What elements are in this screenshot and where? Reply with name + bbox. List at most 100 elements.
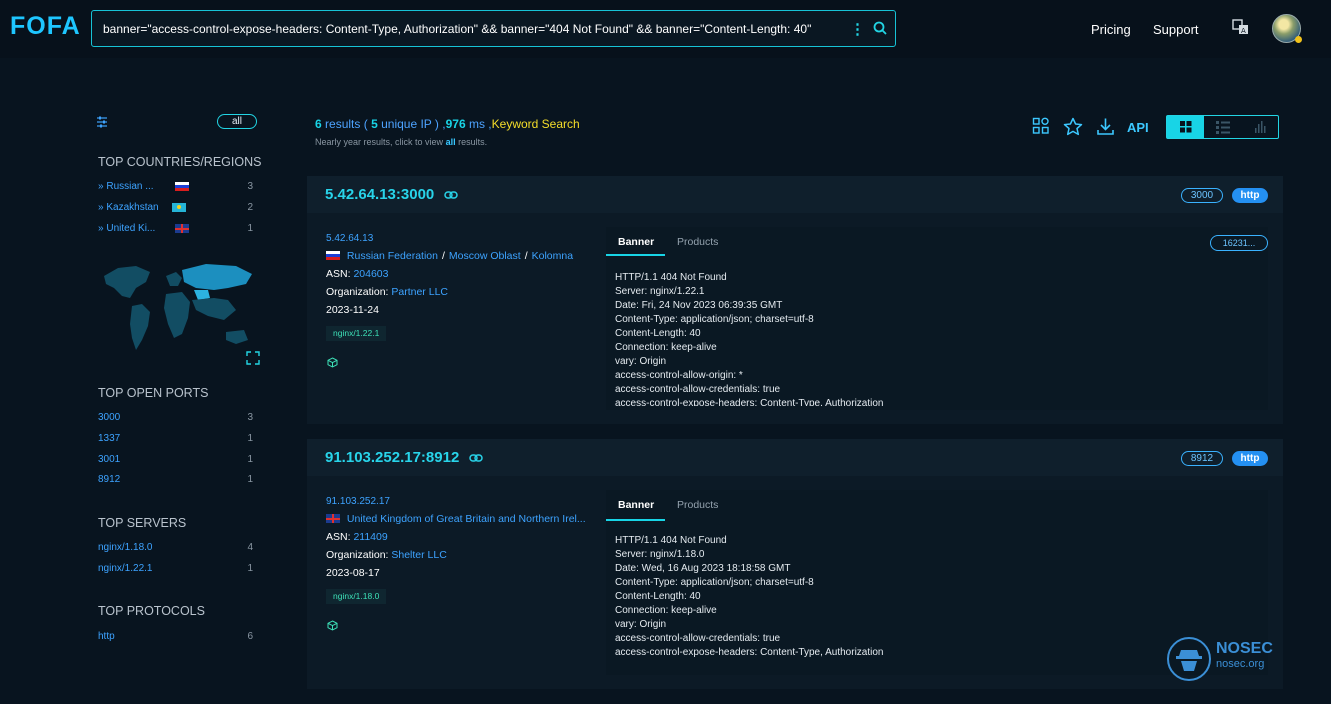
country-link[interactable]: Russian Federation: [347, 250, 438, 262]
results-subtitle: Nearly year results, click to view all r…: [315, 137, 488, 147]
country-count: 1: [247, 223, 253, 234]
country-label: » United Ki...: [98, 223, 156, 234]
status-dot: [1295, 36, 1302, 43]
result-card: 5.42.64.13:3000 3000 http 5.42.64.13 Rus…: [307, 176, 1283, 424]
region-link[interactable]: Moscow Oblast: [449, 250, 521, 262]
more-options-icon[interactable]: ⋮: [850, 20, 865, 38]
download-icon[interactable]: [1096, 117, 1115, 136]
translate-icon[interactable]: A: [1232, 19, 1250, 35]
port-label: 3001: [98, 454, 121, 465]
russia-flag-icon: [175, 182, 189, 191]
fofa-logo[interactable]: FOFA: [10, 12, 81, 41]
country-count: 3: [247, 181, 253, 192]
date: 2023-08-17: [326, 567, 380, 579]
tab-products[interactable]: Products: [677, 499, 718, 511]
tab-products[interactable]: Products: [677, 236, 718, 248]
server-tag[interactable]: nginx/1.18.0: [326, 589, 387, 604]
filter-icon[interactable]: [96, 116, 108, 128]
keyword-search-label: Keyword Search: [491, 117, 580, 131]
protocol-badge[interactable]: http: [1232, 188, 1268, 203]
protocol-count: 6: [247, 631, 253, 642]
world-map[interactable]: [96, 254, 256, 364]
bar-chart-icon: [1255, 121, 1266, 133]
svg-text:A: A: [1241, 27, 1246, 35]
cube-icon[interactable]: [327, 357, 338, 368]
list-view-icon: [1216, 121, 1230, 134]
search-query[interactable]: banner="access-control-expose-headers: C…: [103, 22, 811, 36]
port-badge[interactable]: 3000: [1181, 188, 1223, 203]
asn-link[interactable]: 211409: [353, 531, 387, 543]
all-filter-button[interactable]: all: [217, 114, 257, 129]
top-servers-title: TOP SERVERS: [98, 516, 187, 530]
search-box[interactable]: banner="access-control-expose-headers: C…: [91, 10, 896, 47]
link-icon[interactable]: [444, 191, 458, 199]
server-count: 1: [247, 563, 253, 574]
server-count: 4: [247, 542, 253, 553]
date: 2023-11-24: [326, 304, 379, 316]
card-view-button[interactable]: [1167, 116, 1204, 138]
star-icon[interactable]: [1063, 117, 1083, 136]
country-link[interactable]: United Kingdom of Great Britain and Nort…: [347, 513, 586, 525]
city-link[interactable]: Kolomna: [532, 250, 573, 262]
country-item[interactable]: » Russian ... 3: [98, 181, 258, 195]
search-icon[interactable]: [873, 21, 887, 35]
server-item[interactable]: nginx/1.22.1 1: [98, 563, 258, 577]
server-item[interactable]: nginx/1.18.0 4: [98, 542, 258, 556]
ip-link[interactable]: 91.103.252.17: [326, 496, 390, 507]
result-card-header: 5.42.64.13:3000 3000 http: [307, 176, 1283, 213]
port-item[interactable]: 1337 1: [98, 433, 258, 447]
cube-icon[interactable]: [327, 620, 338, 631]
nav-support[interactable]: Support: [1153, 22, 1199, 37]
link-icon[interactable]: [469, 454, 483, 462]
grid-view-icon: [1180, 121, 1192, 133]
uk-flag-icon: [175, 224, 189, 233]
port-item[interactable]: 3000 3: [98, 412, 258, 426]
nosec-name: NOSEC: [1216, 640, 1273, 657]
kazakhstan-flag-icon: [172, 203, 186, 212]
view-all-link[interactable]: all: [446, 137, 456, 147]
uk-flag-icon: [326, 514, 340, 523]
top-protocols-title: TOP PROTOCOLS: [98, 604, 205, 618]
country-item[interactable]: » United Ki... 1: [98, 223, 258, 237]
hash-badge[interactable]: 16231...: [1210, 235, 1268, 251]
tab-banner[interactable]: Banner: [618, 236, 654, 248]
port-item[interactable]: 3001 1: [98, 454, 258, 468]
top-ports-title: TOP OPEN PORTS: [98, 386, 209, 400]
port-count: 3: [247, 412, 253, 423]
list-view-button[interactable]: [1204, 116, 1241, 138]
banner-text: HTTP/1.1 404 Not Found Server: nginx/1.2…: [615, 272, 884, 406]
nav-pricing[interactable]: Pricing: [1091, 22, 1131, 37]
server-label: nginx/1.18.0: [98, 542, 153, 553]
port-item[interactable]: 8912 1: [98, 474, 258, 488]
unique-ip-count: 5: [371, 117, 378, 131]
api-link[interactable]: API: [1127, 120, 1149, 135]
tab-banner[interactable]: Banner: [618, 499, 654, 511]
country-item[interactable]: » Kazakhstan 2: [98, 202, 258, 216]
location: United Kingdom of Great Britain and Nort…: [326, 513, 586, 525]
result-count: 6: [315, 117, 322, 131]
port-count: 1: [247, 454, 253, 465]
port-count: 1: [247, 433, 253, 444]
expand-icon[interactable]: [246, 351, 260, 365]
tab-underline: [606, 519, 665, 521]
port-badge[interactable]: 8912: [1181, 451, 1223, 466]
org-row: Organization: Partner LLC: [326, 286, 448, 298]
result-host[interactable]: 5.42.64.13:3000: [325, 186, 434, 203]
protocol-item[interactable]: http 6: [98, 631, 258, 645]
protocol-badge[interactable]: http: [1232, 451, 1268, 466]
asn-link[interactable]: 204603: [353, 268, 388, 280]
protocol-label: http: [98, 631, 115, 642]
country-label: » Kazakhstan: [98, 202, 159, 213]
org-link[interactable]: Shelter LLC: [391, 549, 446, 561]
grid-apps-icon[interactable]: [1032, 117, 1050, 135]
asn-row: ASN: 211409: [326, 531, 388, 543]
port-label: 1337: [98, 433, 121, 444]
stats-view-button[interactable]: [1241, 116, 1278, 138]
result-host[interactable]: 91.103.252.17:8912: [325, 449, 459, 466]
server-tag[interactable]: nginx/1.22.1: [326, 326, 387, 341]
russia-flag-icon: [326, 251, 340, 260]
org-link[interactable]: Partner LLC: [391, 286, 448, 298]
ip-link[interactable]: 5.42.64.13: [326, 233, 373, 244]
org-row: Organization: Shelter LLC: [326, 549, 447, 561]
country-label: » Russian ...: [98, 181, 154, 192]
